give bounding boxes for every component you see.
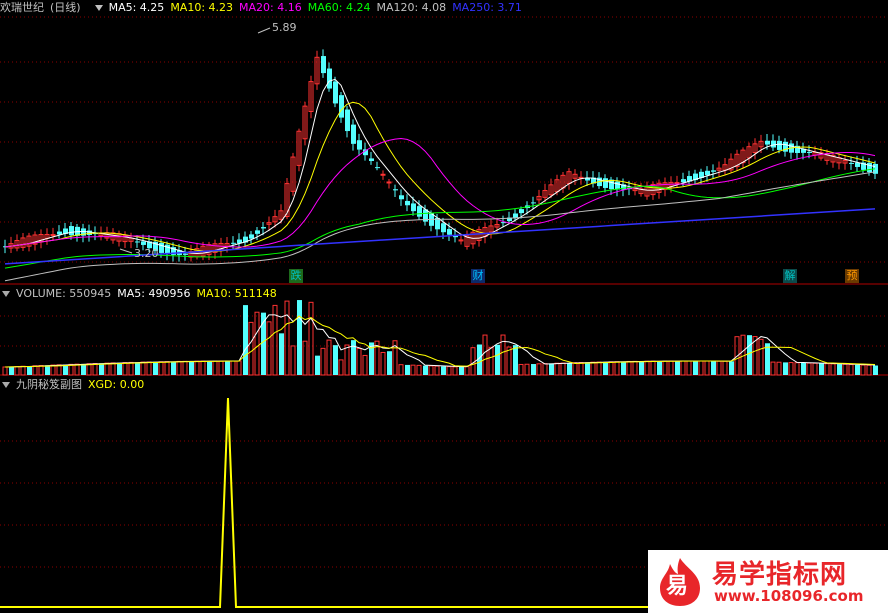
- watermark-logo: 易 易学指标网 www.108096.com: [648, 550, 888, 613]
- ma-legend-item: MA250: 3.71: [452, 1, 522, 14]
- dropdown-icon[interactable]: [94, 4, 103, 11]
- event-badge-fall[interactable]: 跌: [289, 269, 303, 283]
- event-badge-unlock[interactable]: 解: [783, 269, 797, 283]
- volume-ma10: MA10: 511148: [196, 287, 277, 300]
- ma-legend-item: MA60: 4.24: [307, 1, 371, 14]
- volume-header: VOLUME: 550945 MA5: 490956 MA10: 511148: [0, 286, 888, 302]
- logo-glyph: 易: [666, 574, 689, 599]
- ma-legend-item: MA10: 4.23: [170, 1, 234, 14]
- volume-value: VOLUME: 550945: [16, 287, 112, 300]
- volume-ma5: MA5: 490956: [117, 287, 191, 300]
- volume-panel[interactable]: VOLUME: 550945 MA5: 490956 MA10: 511148: [0, 286, 888, 376]
- indicator-header: 九阴秘笈副图 XGD: 0.00: [0, 377, 888, 393]
- stock-name: 欢瑞世纪 (日线): [0, 1, 81, 14]
- low-price-label: 3.20: [134, 247, 159, 260]
- logo-title: 易学指标网: [712, 560, 848, 590]
- event-badge-finance[interactable]: 财: [471, 269, 485, 283]
- ma-legend: MA5: 4.25 MA10: 4.23 MA20: 4.16 MA60: 4.24 M…: [109, 1, 528, 14]
- ma-legend-item: MA20: 4.16: [239, 1, 302, 14]
- price-header: 欢瑞世纪 (日线) MA5: 4.25 MA10: 4.23 MA20: 4.16 MA6…: [0, 0, 888, 16]
- ma-legend-item: MA5: 4.25: [108, 1, 165, 14]
- indicator-name: 九阴秘笈副图: [16, 378, 82, 391]
- logo-url: www.108096.com: [714, 587, 864, 605]
- dropdown-icon[interactable]: [2, 381, 10, 388]
- event-badge-forecast[interactable]: 预: [845, 269, 859, 283]
- ma-legend-item: MA120: 4.08: [376, 1, 447, 14]
- price-panel[interactable]: 欢瑞世纪 (日线) MA5: 4.25 MA10: 4.23 MA20: 4.16 MA6…: [0, 0, 888, 285]
- indicator-xgd: XGD: 0.00: [88, 378, 145, 391]
- high-price-label: 5.89: [272, 21, 297, 34]
- candlestick-chart[interactable]: 5.89 3.20: [0, 0, 888, 285]
- dropdown-icon[interactable]: [2, 290, 10, 297]
